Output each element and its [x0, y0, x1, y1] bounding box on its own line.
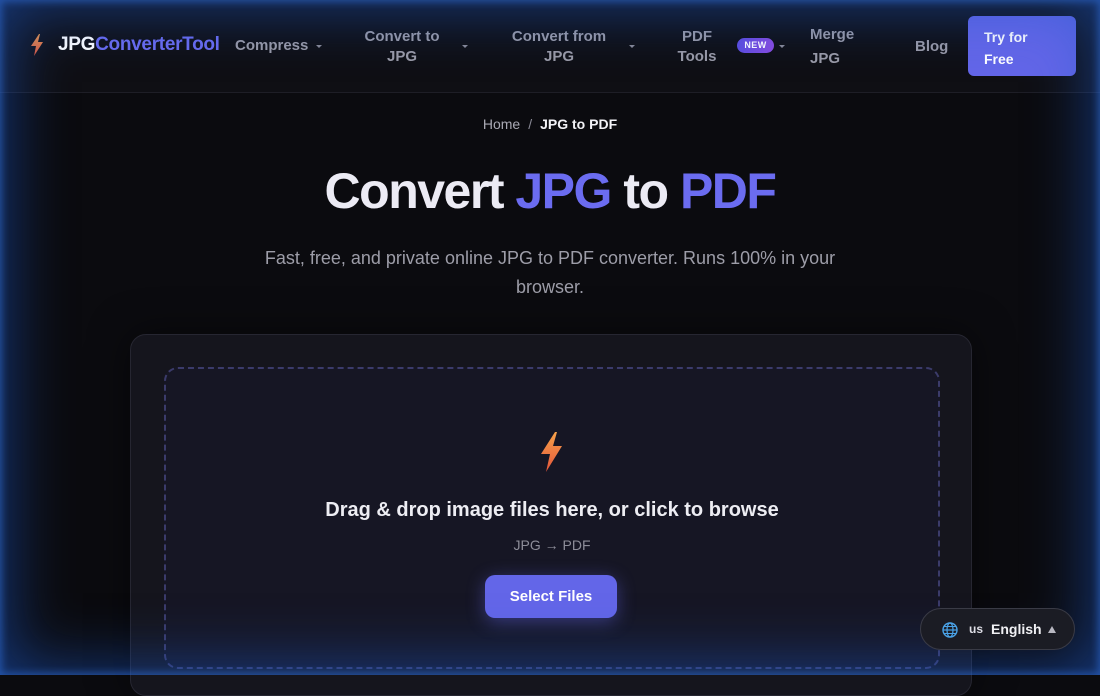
dropzone-instructions: Drag & drop image files here, or click t…: [325, 499, 779, 521]
lightning-bolt-icon: [31, 34, 43, 56]
breadcrumb-separator: /: [528, 116, 533, 132]
nav-merge-label-1: Merge: [810, 26, 855, 43]
nav-merge-label-2: JPG: [810, 50, 841, 67]
nav-pdf-tools[interactable]: PDF Tools: [672, 27, 722, 67]
nav-compress[interactable]: Compress: [235, 36, 308, 56]
brand-logo[interactable]: JPG ConverterTool: [30, 34, 220, 56]
nav-pdf-tools-label-2: Tools: [677, 48, 717, 65]
breadcrumb: Home / JPG to PDF: [0, 116, 1100, 132]
nav-pdf-tools-label-1: PDF: [682, 28, 712, 45]
nav-convert-to-label-2: JPG: [386, 48, 417, 65]
title-word-convert: Convert: [324, 163, 505, 219]
language-selector[interactable]: us English: [920, 608, 1075, 650]
nav-blog-label: Blog: [915, 38, 949, 55]
nav-convert-to-jpg[interactable]: Convert to JPG: [352, 27, 452, 67]
chevron-down-icon: [462, 45, 468, 48]
nav-blog[interactable]: Blog: [915, 37, 948, 57]
dropzone-format-hint: JPG → PDF: [513, 537, 591, 553]
title-word-jpg: JPG: [515, 163, 612, 219]
nav-merge-jpg[interactable]: Merge JPG: [810, 23, 854, 71]
brand-name-part2: ConverterTool: [95, 34, 220, 55]
brand-name-part1: JPG: [58, 34, 96, 55]
upload-card: Drag & drop image files here, or click t…: [130, 334, 972, 696]
breadcrumb-current: JPG to PDF: [540, 116, 618, 132]
title-word-to: to: [623, 163, 669, 219]
page-subtitle: Fast, free, and private online JPG to PD…: [264, 248, 836, 297]
new-badge: NEW: [737, 38, 774, 53]
title-word-pdf: PDF: [679, 163, 777, 219]
top-navbar: JPG ConverterTool Compress Convert to JPG…: [0, 0, 1100, 93]
language-code: us: [969, 622, 984, 636]
try-for-free-button[interactable]: Try for Free: [968, 16, 1076, 76]
nav-compress-label: Compress: [235, 37, 309, 54]
breadcrumb-home[interactable]: Home: [483, 116, 520, 132]
page-title: Convert JPG to PDF: [0, 162, 1100, 220]
language-name: English: [991, 621, 1042, 637]
chevron-up-icon: [1048, 626, 1056, 633]
cta-label-1: Try for: [984, 29, 1028, 45]
globe-icon: [942, 622, 958, 638]
chevron-down-icon: [779, 45, 785, 48]
nav-convert-to-label-1: Convert to: [364, 28, 440, 45]
nav-convert-from-jpg[interactable]: Convert from JPG: [503, 27, 615, 67]
nav-convert-from-label-2: JPG: [543, 48, 574, 65]
cta-label-2: Free: [984, 51, 1014, 67]
chevron-down-icon: [316, 45, 322, 48]
select-files-button[interactable]: Select Files: [485, 575, 617, 618]
chevron-down-icon: [629, 45, 635, 48]
lightning-bolt-icon: [541, 432, 562, 472]
nav-convert-from-label-1: Convert from: [511, 28, 607, 45]
file-dropzone[interactable]: Drag & drop image files here, or click t…: [164, 367, 940, 669]
